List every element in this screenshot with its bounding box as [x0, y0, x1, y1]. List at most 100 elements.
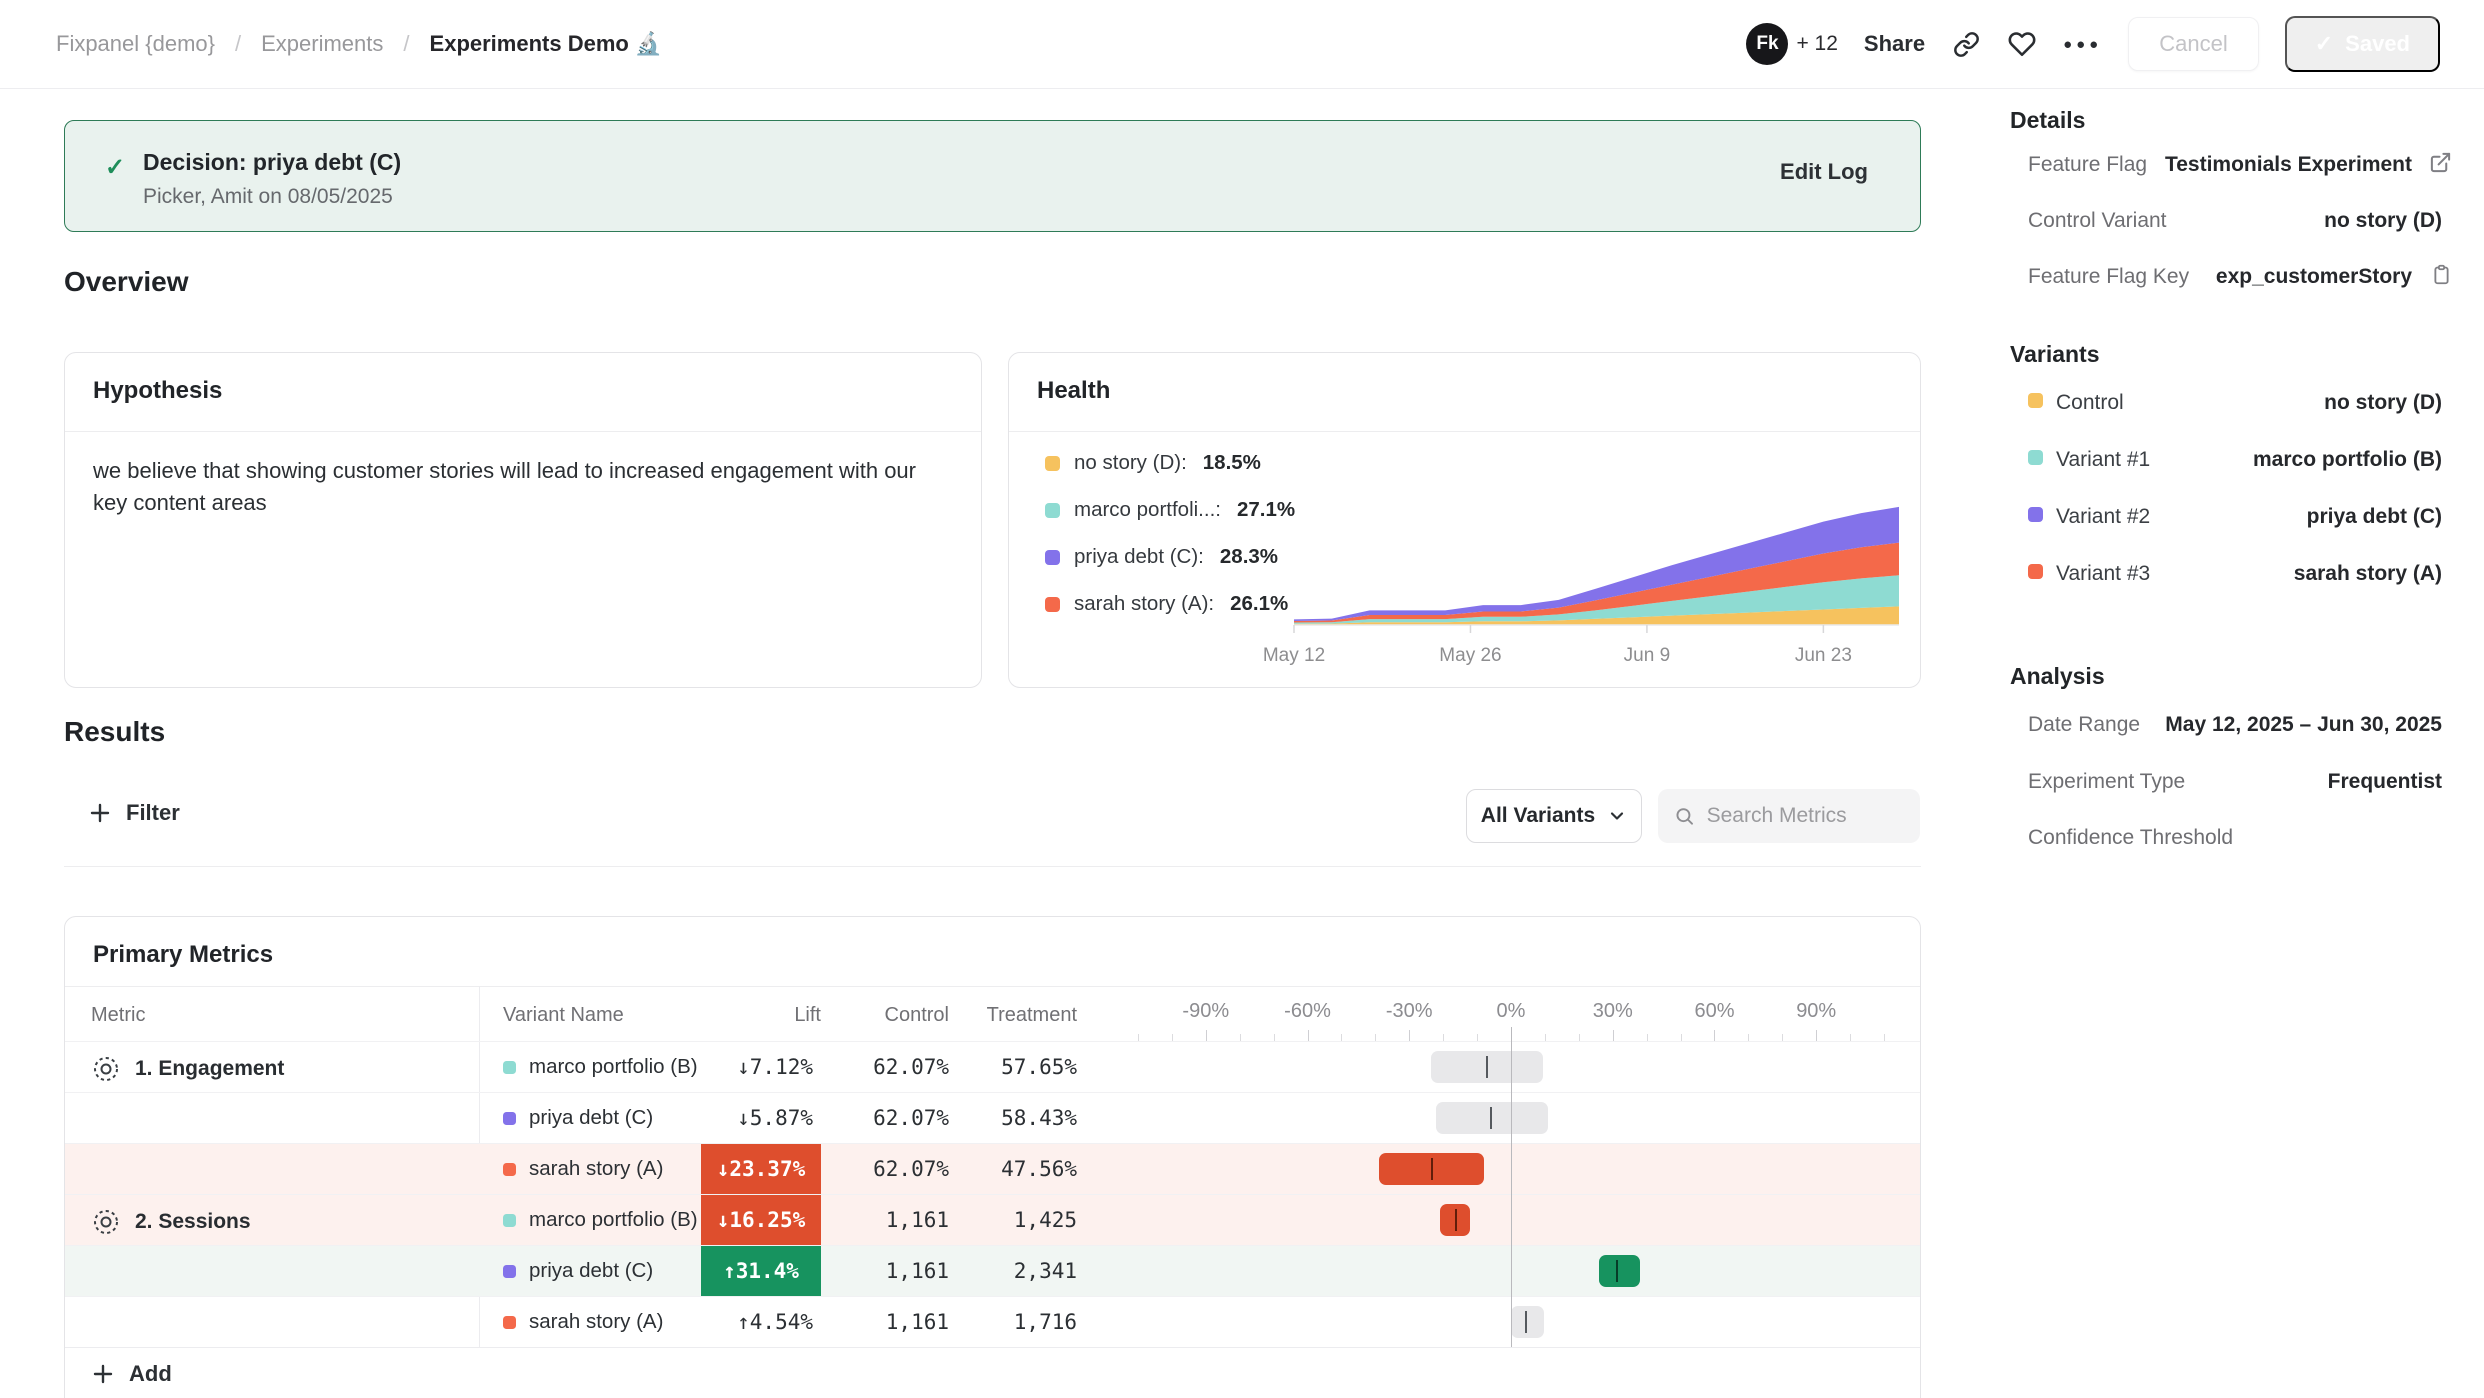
health-legend: no story (D): 18.5% marco portfoli...: 2…	[1045, 453, 1295, 614]
variant-value: no story (D)	[2324, 391, 2442, 415]
lift-value: ↑4.54%	[701, 1297, 821, 1347]
variant-row-control: Control no story (D)	[2010, 375, 2470, 431]
table-row[interactable]: 2. Sessions marco portfolio (B) ↓16.25% …	[65, 1194, 1920, 1245]
analysis-value: Frequentist	[2328, 770, 2442, 794]
variant-color-chip	[2028, 564, 2043, 579]
cancel-button[interactable]: Cancel	[2128, 17, 2258, 71]
variants-dropdown-label: All Variants	[1481, 804, 1595, 828]
plus-icon	[91, 1362, 115, 1386]
legend-value: 18.5%	[1203, 451, 1261, 475]
variant-value: priya debt (C)	[2307, 505, 2442, 529]
variant-color-chip	[1045, 550, 1060, 565]
variant-label: Variant #1	[2056, 448, 2150, 472]
legend-value: 28.3%	[1220, 545, 1278, 569]
analysis-row-date-range: Date Range May 12, 2025 – Jun 30, 2025	[2010, 697, 2470, 753]
legend-label: priya debt (C):	[1074, 545, 1204, 569]
axis-label: -90%	[1182, 1000, 1229, 1023]
table-row[interactable]: sarah story (A) ↑4.54% 1,161 1,716	[65, 1296, 1920, 1347]
svg-text:Jun 9: Jun 9	[1624, 645, 1670, 666]
search-icon	[1674, 804, 1695, 828]
detail-row-feature-flag: Feature Flag Testimonials Experiment	[2010, 137, 2470, 193]
analysis-label: Experiment Type	[2028, 770, 2185, 794]
check-icon: ✓	[105, 153, 125, 182]
col-treatment: Treatment	[961, 1004, 1077, 1027]
hypothesis-title: Hypothesis	[93, 377, 222, 405]
svg-text:May 26: May 26	[1439, 645, 1501, 666]
share-button[interactable]: Share	[1864, 31, 1925, 57]
variant-color-chip	[2028, 507, 2043, 522]
table-row[interactable]: priya debt (C) ↑31.4% 1,161 2,341	[65, 1245, 1920, 1296]
legend-value: 26.1%	[1230, 592, 1288, 616]
point-estimate-tick	[1525, 1311, 1527, 1333]
breadcrumb-separator: /	[403, 31, 409, 57]
copy-icon[interactable]	[2431, 263, 2452, 286]
search-metrics-box[interactable]	[1658, 789, 1920, 843]
treatment-value: 58.43%	[961, 1093, 1077, 1143]
control-value: 62.07%	[841, 1144, 949, 1194]
add-label: Add	[129, 1361, 172, 1387]
decision-subtitle: Picker, Amit on 08/05/2025	[143, 185, 393, 209]
breadcrumb-separator: /	[235, 31, 241, 57]
variant-value: sarah story (A)	[2294, 562, 2442, 586]
add-metric-button[interactable]: Add	[91, 1361, 172, 1387]
detail-label: Feature Flag Key	[2028, 265, 2189, 289]
point-estimate-tick	[1616, 1260, 1618, 1282]
detail-value[interactable]: Testimonials Experiment	[2165, 153, 2412, 177]
search-metrics-input[interactable]	[1707, 804, 1904, 828]
variant-color-chip	[2028, 393, 2043, 408]
saved-label: Saved	[2345, 31, 2410, 57]
variants-dropdown[interactable]: All Variants	[1466, 789, 1642, 843]
variants-section-title: Variants	[2010, 341, 2100, 368]
variant-color-chip	[503, 1112, 516, 1125]
metric-group-engagement[interactable]: 1. Engagement	[91, 1054, 284, 1084]
copy-link-icon[interactable]	[1951, 29, 1981, 59]
variant-color-chip	[1045, 503, 1060, 518]
more-options-icon[interactable]: ●●●	[2063, 36, 2102, 53]
zero-baseline	[1511, 1027, 1512, 1347]
table-row[interactable]: priya debt (C) ↓5.87% 62.07% 58.43%	[65, 1092, 1920, 1143]
table-row[interactable]: sarah story (A) ↓23.37% 62.07% 47.56%	[65, 1143, 1920, 1194]
add-filter-button[interactable]: Filter	[88, 800, 180, 826]
point-estimate-tick	[1486, 1056, 1488, 1078]
variant-cell: priya debt (C)	[503, 1246, 653, 1296]
metric-group-sessions[interactable]: 2. Sessions	[91, 1207, 251, 1237]
check-icon: ✓	[2315, 31, 2333, 57]
control-value: 1,161	[841, 1195, 949, 1245]
svg-text:Jun 23: Jun 23	[1795, 645, 1852, 666]
detail-label: Feature Flag	[2028, 153, 2147, 177]
variant-label: Variant #2	[2056, 505, 2150, 529]
table-row[interactable]: 1. Engagement marco portfolio (B) ↓7.12%…	[65, 1041, 1920, 1092]
point-estimate-tick	[1455, 1209, 1457, 1231]
decision-banner: ✓ Decision: priya debt (C) Picker, Amit …	[64, 120, 1921, 232]
breadcrumb: Fixpanel {demo} / Experiments / Experime…	[56, 31, 662, 57]
favorite-icon[interactable]	[2007, 29, 2037, 59]
svg-text:May 12: May 12	[1263, 645, 1325, 666]
axis-label: 60%	[1694, 1000, 1734, 1023]
hypothesis-body[interactable]: we believe that showing customer stories…	[93, 455, 923, 519]
external-link-icon[interactable]	[2429, 151, 2452, 174]
saved-button[interactable]: ✓ Saved	[2285, 16, 2440, 72]
breadcrumb-project[interactable]: Fixpanel {demo}	[56, 31, 215, 57]
treatment-value: 57.65%	[961, 1042, 1077, 1092]
lift-cell: ↑4.54%	[701, 1297, 821, 1347]
axis-label: -60%	[1284, 1000, 1331, 1023]
target-icon	[91, 1207, 121, 1237]
detail-row-control-variant: Control Variant no story (D)	[2010, 193, 2470, 249]
breadcrumb-experiments[interactable]: Experiments	[261, 31, 383, 57]
axis-label: 30%	[1593, 1000, 1633, 1023]
avatar[interactable]: Fk	[1746, 23, 1788, 65]
variant-name: sarah story (A)	[529, 1310, 663, 1334]
lift-value: ↓16.25%	[701, 1195, 821, 1245]
axis-label: -30%	[1386, 1000, 1433, 1023]
edit-log-button[interactable]: Edit Log	[1780, 159, 1868, 185]
lift-value: ↓5.87%	[701, 1093, 821, 1143]
col-control: Control	[841, 1004, 949, 1027]
analysis-value: May 12, 2025 – Jun 30, 2025	[2165, 713, 2442, 737]
lift-cell: ↓23.37%	[701, 1144, 821, 1194]
analysis-row-experiment-type: Experiment Type Frequentist	[2010, 754, 2470, 810]
collaborator-count[interactable]: + 12	[1796, 32, 1837, 56]
details-sidebar: Details Feature Flag Testimonials Experi…	[2010, 89, 2470, 1398]
hypothesis-card: Hypothesis we believe that showing custo…	[64, 352, 982, 688]
detail-label: Control Variant	[2028, 209, 2167, 233]
analysis-row-confidence-threshold: Confidence Threshold	[2010, 810, 2470, 866]
